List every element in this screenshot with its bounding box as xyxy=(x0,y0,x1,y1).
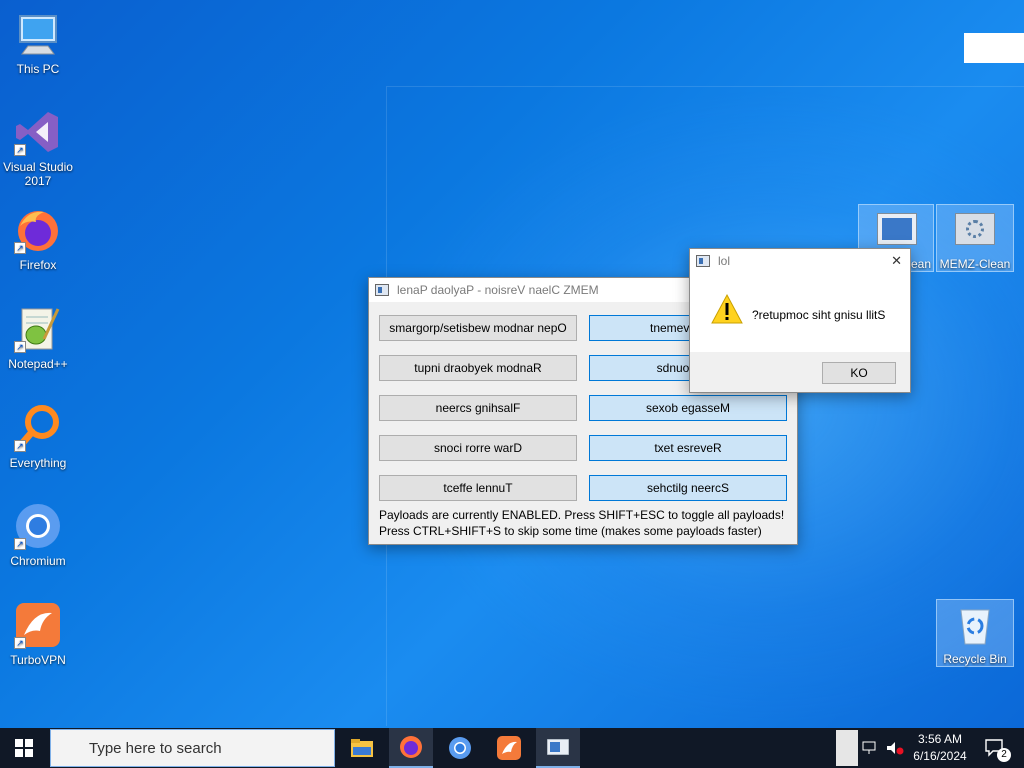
desktop-icon-firefox[interactable]: ↗ Firefox xyxy=(0,206,76,272)
taskbar-firefox[interactable] xyxy=(389,728,433,768)
window-app-icon xyxy=(375,284,389,296)
chromium-icon xyxy=(449,737,471,759)
action-center-button[interactable]: 2 xyxy=(980,728,1011,768)
desktop-icon-memz-clean[interactable]: MEMZ-Clean xyxy=(936,204,1014,272)
desktop-icon-label: TurboVPN xyxy=(10,653,66,667)
memz-clean-icon xyxy=(955,213,995,245)
dialog-title: lol xyxy=(718,254,731,268)
payload-button-random-keyboard-input[interactable]: tupni draobyek modnaR xyxy=(379,355,577,381)
desktop-icon-label: This PC xyxy=(16,62,60,76)
desktop-icon-everything[interactable]: ↗ Everything xyxy=(0,404,76,470)
taskbar-chromium[interactable] xyxy=(438,728,482,768)
desktop-icon-label: MEMZ-Clean xyxy=(939,257,1011,271)
memz-icon xyxy=(877,213,917,245)
notepad-plus-plus-icon: ↗ xyxy=(14,305,62,353)
desktop-icon-visual-studio[interactable]: ↗ Visual Studio 2017 xyxy=(0,108,76,188)
network-icon[interactable] xyxy=(860,728,880,768)
status-enabled-text: Payloads are currently ENABLED. Press SH… xyxy=(379,508,785,522)
desktop-icon-this-pc[interactable]: This PC xyxy=(0,10,76,76)
recycle-bin-icon xyxy=(957,604,993,646)
desktop-icon-label: Visual Studio 2017 xyxy=(3,160,73,188)
desktop-icon-recycle-bin[interactable]: Recycle Bin xyxy=(936,599,1014,667)
show-hidden-icons[interactable] xyxy=(836,730,858,766)
desktop-icon-notepad-plus-plus[interactable]: ↗ Notepad++ xyxy=(0,305,76,371)
desktop-icon-turbovpn[interactable]: ↗ TurboVPN xyxy=(0,601,76,667)
white-artifact-box xyxy=(964,33,1024,63)
desktop-icon-label: Firefox xyxy=(19,258,57,272)
windows-logo-icon xyxy=(15,739,33,757)
desktop-icon-label: Everything xyxy=(9,456,67,470)
desktop-icon-label: Recycle Bin xyxy=(943,652,1007,666)
search-placeholder: Type here to search xyxy=(89,739,222,757)
clock-date: 6/16/2024 xyxy=(913,749,967,763)
turbovpn-icon: ↗ xyxy=(14,601,62,649)
taskbar-clock[interactable]: 3:56 AM 6/16/2024 xyxy=(908,731,972,765)
window-title: lenaP daolyaP - noisreV naelC ZMEM xyxy=(397,283,599,297)
visual-studio-icon: ↗ xyxy=(14,108,62,156)
payload-button-reverse-text[interactable]: txet esreveR xyxy=(589,435,787,461)
dialog-message: ?retupmoc siht gnisu llitS xyxy=(752,308,886,322)
payload-button-open-random-websites[interactable]: smargorp/setisbew modnar nepO xyxy=(379,315,577,341)
payload-button-tunnel-effect[interactable]: tceffe lennuT xyxy=(379,475,577,501)
folder-icon xyxy=(351,739,373,757)
taskbar-turbovpn[interactable] xyxy=(487,728,531,768)
payload-button-screen-glitches[interactable]: sehctilg neercS xyxy=(589,475,787,501)
dialog-app-icon xyxy=(696,255,710,267)
payload-button-draw-error-icons[interactable]: snoci rorre warD xyxy=(379,435,577,461)
notification-badge: 2 xyxy=(997,748,1011,762)
computer-icon xyxy=(14,10,62,58)
chromium-icon: ↗ xyxy=(14,502,62,550)
volume-muted-icon[interactable] xyxy=(884,728,906,768)
payload-button-message-boxes[interactable]: sexob egasseM xyxy=(589,395,787,421)
dialog-button-bar: KO xyxy=(690,352,910,392)
dialog-titlebar[interactable]: lol ✕ xyxy=(690,249,910,273)
memz-icon xyxy=(547,739,569,755)
status-skip-time-text: Press CTRL+SHIFT+S to skip some time (ma… xyxy=(379,524,762,538)
firefox-icon xyxy=(400,736,422,758)
desktop-icon-chromium[interactable]: ↗ Chromium xyxy=(0,502,76,568)
payload-button-flashing-screen[interactable]: neercs gnihsalF xyxy=(379,395,577,421)
taskbar-search-box[interactable]: Type here to search xyxy=(50,729,335,767)
taskbar-memz-window[interactable] xyxy=(536,728,580,768)
desktop-icon-label: Notepad++ xyxy=(8,357,68,371)
warning-icon xyxy=(710,293,744,330)
clock-time: 3:56 AM xyxy=(917,732,963,746)
desktop-icon-label: Chromium xyxy=(10,554,66,568)
turbovpn-icon xyxy=(497,736,521,760)
everything-search-icon: ↗ xyxy=(14,404,62,452)
ok-button[interactable]: KO xyxy=(822,362,896,384)
start-button[interactable] xyxy=(0,728,48,768)
taskbar-file-explorer[interactable] xyxy=(340,728,384,768)
close-icon[interactable]: ✕ xyxy=(891,253,902,269)
taskbar: Type here to search 3:56 AM 6/16/2024 2 xyxy=(0,728,1024,768)
firefox-icon: ↗ xyxy=(14,206,62,254)
message-dialog: lol ✕ ?retupmoc siht gnisu llitS KO xyxy=(689,248,911,393)
